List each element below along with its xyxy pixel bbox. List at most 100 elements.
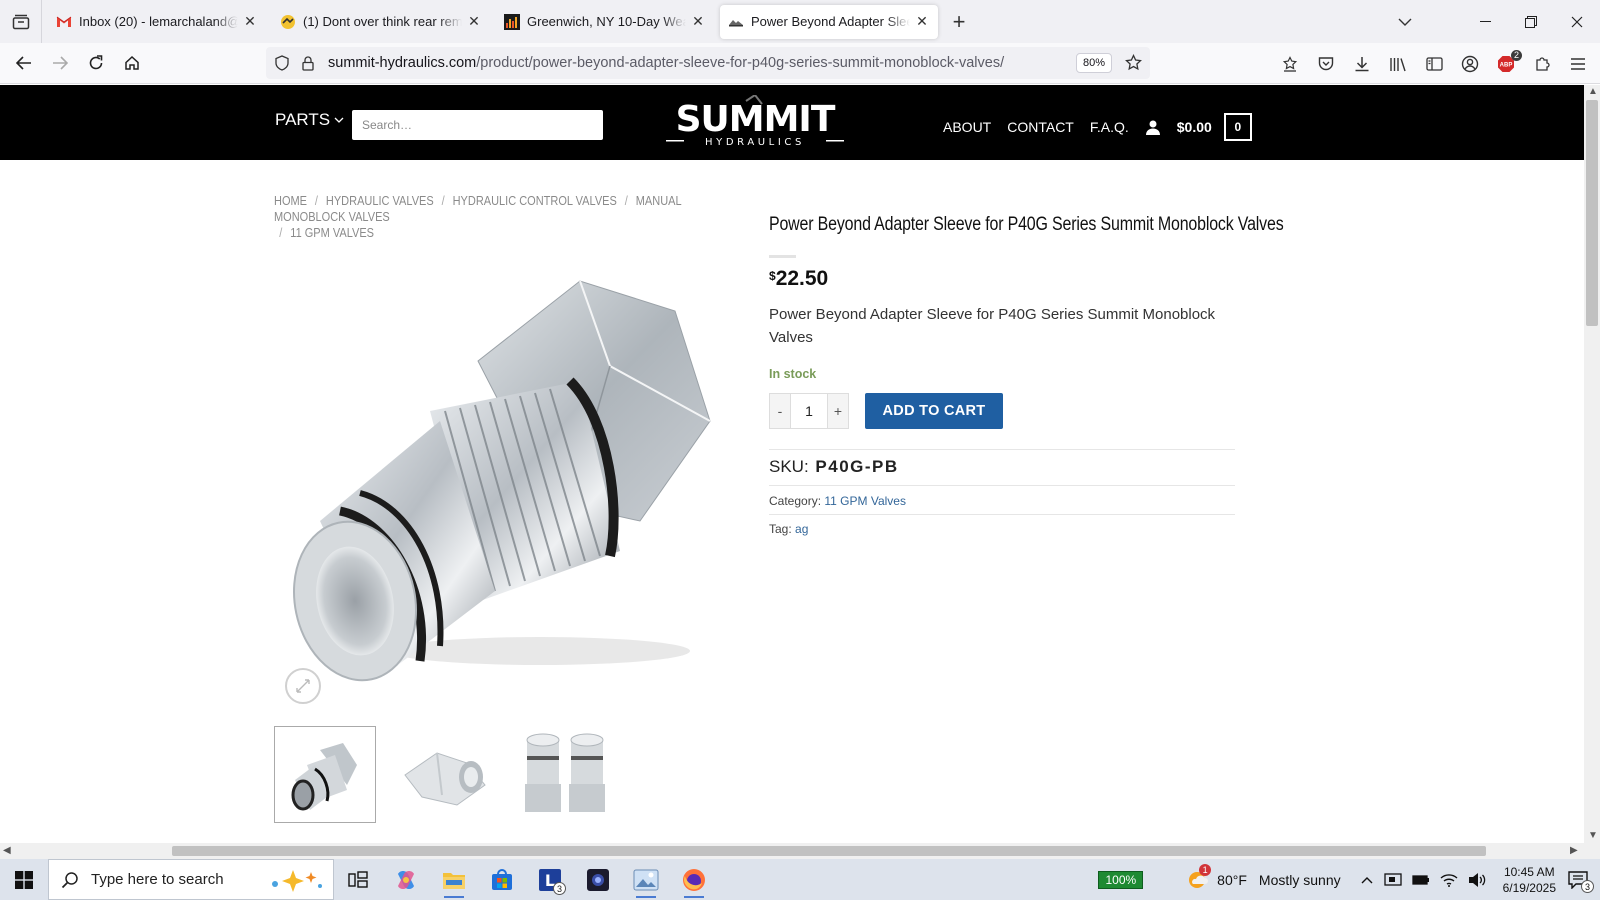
back-button[interactable] [6, 47, 42, 79]
tracking-protection-icon[interactable] [272, 55, 292, 71]
nav-faq[interactable]: F.A.Q. [1090, 119, 1129, 135]
breadcrumb-11-gpm-valves[interactable]: 11 GPM VALVES [290, 226, 374, 240]
taskbar-search-box[interactable]: Type here to search [48, 859, 334, 900]
horizontal-scrollbar-thumb[interactable] [172, 846, 1486, 856]
adblock-plus-button[interactable]: ABP 2 [1488, 46, 1524, 82]
copilot-button[interactable] [382, 859, 430, 900]
home-button[interactable] [114, 47, 150, 79]
breadcrumb-hydraulic-valves[interactable]: HYDRAULIC VALVES [326, 194, 434, 208]
sidebar-button[interactable] [1416, 46, 1452, 82]
scroll-down-arrow-icon[interactable]: ▼ [1588, 830, 1598, 841]
adblock-count-badge: 2 [1510, 49, 1522, 61]
image-zoom-button[interactable] [285, 668, 321, 704]
lock-icon[interactable] [298, 55, 318, 71]
microsoft-store-button[interactable] [478, 859, 526, 900]
product-title: Power Beyond Adapter Sleeve for P40G Ser… [769, 214, 1284, 235]
cart-total[interactable]: $0.00 [1177, 119, 1212, 135]
extensions-button[interactable] [1524, 46, 1560, 82]
lens-app-button[interactable]: L 3 [526, 859, 574, 900]
quantity-minus-button[interactable]: - [769, 393, 791, 429]
url-bar[interactable]: summit-hydraulics.com/product/power-beyo… [266, 47, 1150, 79]
breadcrumb-home[interactable]: HOME [274, 194, 307, 208]
close-tab-icon[interactable]: ✕ [690, 13, 706, 30]
weather-widget[interactable]: 1 80°F Mostly sunny [1187, 863, 1341, 890]
file-explorer-button[interactable] [430, 859, 478, 900]
firefox-icon [683, 868, 705, 891]
zoom-level-indicator[interactable]: 80% [1075, 53, 1112, 73]
download-icon [1355, 56, 1369, 71]
short-description: Power Beyond Adapter Sleeve for P40G Ser… [769, 306, 1216, 346]
add-to-cart-button[interactable]: ADD TO CART [865, 393, 1003, 429]
tab-forum[interactable]: (1) Dont over think rear remote ✕ [272, 5, 490, 39]
library-button[interactable] [1380, 46, 1416, 82]
thumbnail-2[interactable] [394, 726, 496, 823]
pocket-icon [1318, 57, 1334, 71]
weather-temp: 80°F [1217, 871, 1247, 888]
close-icon [1571, 16, 1583, 27]
restore-icon [1525, 15, 1537, 28]
breadcrumb-hydraulic-control-valves[interactable]: HYDRAULIC CONTROL VALVES [453, 194, 617, 208]
volume-icon[interactable] [1468, 872, 1486, 888]
close-window-button[interactable] [1554, 0, 1600, 43]
app-menu-button[interactable] [1560, 46, 1596, 82]
battery-percentage[interactable]: 100% [1098, 870, 1144, 889]
search-highlight-icon [265, 868, 325, 892]
clock-time: 10:45 AM [1503, 864, 1555, 879]
nav-contact[interactable]: CONTACT [1007, 119, 1074, 135]
account-user-icon[interactable] [1145, 119, 1161, 135]
list-all-tabs-button[interactable] [1382, 0, 1428, 43]
stock-status: In stock [769, 367, 817, 381]
clock[interactable]: 10:45 AM 6/19/2025 [1503, 864, 1556, 896]
show-hidden-icons-button[interactable] [1361, 876, 1373, 884]
bookmark-star-icon[interactable] [1125, 54, 1142, 71]
vertical-scrollbar-thumb[interactable] [1586, 100, 1598, 326]
tab-list-button[interactable] [0, 0, 42, 43]
downloads-button[interactable] [1344, 46, 1380, 82]
close-tab-icon[interactable]: ✕ [466, 13, 482, 30]
thumbnail-3[interactable] [514, 726, 616, 823]
nav-about[interactable]: ABOUT [943, 119, 991, 135]
category-link[interactable]: 11 GPM Valves [824, 494, 906, 508]
forward-button[interactable] [42, 47, 78, 79]
account-button[interactable] [1452, 46, 1488, 82]
save-to-collection-icon [1282, 55, 1298, 72]
scroll-up-arrow-icon[interactable]: ▲ [1588, 86, 1598, 97]
site-header: PARTS Search… SUMMIT HYDRAULICS ABOUT CO… [0, 85, 1584, 160]
close-tab-icon[interactable]: ✕ [242, 13, 258, 30]
site-search-input[interactable]: Search… [352, 110, 603, 140]
cart-count-badge[interactable]: 0 [1223, 113, 1252, 141]
quantity-input[interactable]: 1 [791, 393, 827, 429]
tag-label: Tag: [769, 522, 792, 536]
camera-app-button[interactable] [574, 859, 622, 900]
pocket-button[interactable] [1308, 46, 1344, 82]
url-text[interactable]: summit-hydraulics.com/product/power-beyo… [328, 55, 1004, 71]
notifications-button[interactable]: 3 [1568, 870, 1594, 893]
start-button[interactable] [0, 859, 48, 900]
new-tab-button[interactable]: + [942, 5, 976, 39]
scroll-right-arrow-icon[interactable]: ▶ [1570, 845, 1578, 856]
pocket-save-button[interactable] [1272, 46, 1308, 82]
reload-button[interactable] [78, 47, 114, 79]
tag-link[interactable]: ag [795, 522, 808, 536]
close-tab-icon[interactable]: ✕ [914, 13, 930, 30]
tab-weather[interactable]: Greenwich, NY 10-Day Weather ✕ [496, 5, 714, 39]
battery-icon[interactable] [1411, 873, 1430, 887]
task-view-button[interactable] [334, 859, 382, 900]
restore-button[interactable] [1508, 0, 1554, 43]
photos-app-button[interactable] [622, 859, 670, 900]
scroll-left-arrow-icon[interactable]: ◀ [3, 845, 11, 856]
notification-count: 3 [1581, 879, 1594, 893]
tab-summit-product[interactable]: Power Beyond Adapter Sleeve for P40G ✕ [720, 4, 938, 39]
weather-description: Mostly sunny [1258, 871, 1341, 888]
tab-gmail[interactable]: Inbox (20) - lemarchaland@gmail.com ✕ [48, 5, 266, 39]
quantity-plus-button[interactable]: + [827, 393, 849, 429]
thumbnail-1[interactable] [274, 726, 376, 823]
summit-hydraulics-logo[interactable]: SUMMIT HYDRAULICS [664, 95, 846, 151]
parts-menu[interactable]: PARTS [275, 110, 344, 130]
wifi-icon[interactable] [1440, 873, 1458, 887]
minimize-button[interactable] [1462, 0, 1508, 43]
firefox-button[interactable] [670, 859, 718, 900]
product-main-image[interactable] [280, 271, 740, 771]
meet-now-icon[interactable] [1383, 872, 1402, 888]
clock-date: 6/19/2025 [1502, 880, 1556, 895]
